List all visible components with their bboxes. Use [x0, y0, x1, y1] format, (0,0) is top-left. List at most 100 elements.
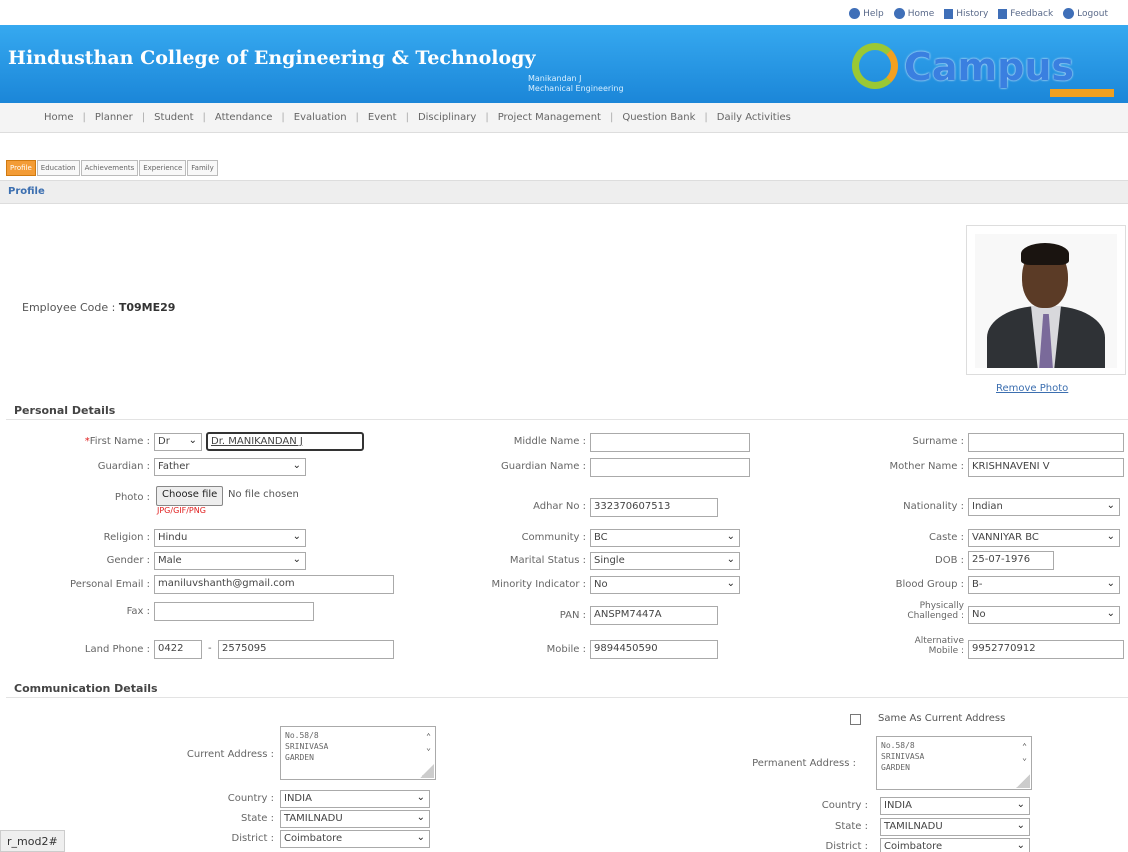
pan-input[interactable]: ANSPM7447A	[590, 606, 718, 625]
marital-status-label: Marital Status :	[509, 555, 586, 566]
surname-label: Surname :	[912, 436, 964, 447]
menu-item-daily-activities[interactable]: Daily Activities	[717, 112, 791, 123]
permanent-state-select[interactable]: TAMILNADU ⌄	[880, 818, 1030, 836]
guardian-name-input[interactable]	[590, 458, 750, 477]
tab-experience[interactable]: Experience	[139, 160, 187, 176]
logout-link[interactable]: Logout	[1063, 8, 1108, 19]
chevron-down-icon: ⌄	[1016, 820, 1025, 831]
divider	[6, 697, 1128, 698]
resize-grip-icon[interactable]	[420, 764, 434, 778]
help-icon	[849, 8, 861, 19]
menu-item-planner[interactable]: Planner	[95, 112, 133, 123]
scroll-arrows-icon[interactable]: ⌃ ⌄	[1022, 741, 1027, 763]
mother-name-input[interactable]: KRISHNAVENI V	[968, 458, 1124, 477]
caste-select[interactable]: VANNIYAR BC ⌄	[968, 529, 1120, 547]
permanent-country-select[interactable]: INDIA ⌄	[880, 797, 1030, 815]
resize-grip-icon[interactable]	[1016, 774, 1030, 788]
status-url-text: r_mod2#	[0, 830, 65, 852]
blood-group-select[interactable]: B- ⌄	[968, 576, 1120, 594]
remove-photo-link[interactable]: Remove Photo	[996, 383, 1068, 394]
first-name-label: *First Name :	[84, 436, 150, 447]
current-country-select[interactable]: INDIA ⌄	[280, 790, 430, 808]
same-as-current-address-checkbox[interactable]	[850, 714, 861, 725]
alternative-mobile-input[interactable]: 9952770912	[968, 640, 1124, 659]
adhar-input[interactable]: 332370607513	[590, 498, 718, 517]
mother-name-label: Mother Name :	[889, 461, 965, 472]
fax-label: Fax :	[126, 606, 150, 617]
menu-item-question-bank[interactable]: Question Bank	[622, 112, 695, 123]
current-state-label: State :	[240, 813, 274, 824]
logo-swirl-icon	[852, 43, 898, 89]
menu-item-event[interactable]: Event	[368, 112, 397, 123]
home-link[interactable]: Home	[893, 8, 935, 19]
caste-label: Caste :	[929, 532, 964, 543]
main-menu: Home | Planner | Student | Attendance | Evaluati…	[0, 103, 1128, 133]
photo-format-hint: JPG/GIF/PNG	[157, 506, 206, 515]
profile-section-header: Profile	[0, 180, 1128, 204]
chevron-down-icon: ⌄	[292, 554, 301, 565]
menu-item-project-management[interactable]: Project Management	[498, 112, 601, 123]
nationality-select[interactable]: Indian ⌄	[968, 498, 1120, 516]
tab-achievements[interactable]: Achievements	[80, 160, 139, 176]
middle-name-input[interactable]	[590, 433, 750, 452]
feedback-link[interactable]: Feedback	[998, 8, 1053, 19]
menu-item-evaluation[interactable]: Evaluation	[294, 112, 347, 123]
tab-profile[interactable]: Profile	[6, 160, 36, 176]
mobile-input[interactable]: 9894450590	[590, 640, 718, 659]
guardian-select[interactable]: Father ⌄	[154, 458, 306, 476]
choose-file-button[interactable]: Choose file	[156, 486, 224, 506]
current-district-select[interactable]: Coimbatore ⌄	[280, 830, 430, 848]
menu-item-student[interactable]: Student	[154, 112, 193, 123]
first-name-input[interactable]: Dr. MANIKANDAN J	[206, 432, 364, 451]
community-select[interactable]: BC ⌄	[590, 529, 740, 547]
land-phone-number-input[interactable]: 2575095	[218, 640, 394, 659]
minority-indicator-select[interactable]: No ⌄	[590, 576, 740, 594]
permanent-district-select[interactable]: Coimbatore ⌄	[880, 838, 1030, 852]
logo-text: Campus	[904, 45, 1074, 89]
ecampus-logo: Campus	[852, 43, 1114, 99]
middle-name-label: Middle Name :	[513, 436, 586, 447]
mobile-label: Mobile :	[546, 644, 586, 655]
current-address-label: Current Address :	[186, 749, 274, 760]
user-department: Mechanical Engineering	[528, 84, 624, 93]
menu-separator: |	[141, 112, 146, 123]
help-link-label: Help	[863, 8, 884, 19]
dob-input[interactable]: 25-07-1976	[968, 551, 1054, 570]
land-phone-code-input[interactable]: 0422	[154, 640, 202, 659]
personal-email-input[interactable]: maniluvshanth@gmail.com	[154, 575, 394, 594]
menu-item-home[interactable]: Home	[44, 112, 74, 123]
chevron-down-icon: ⌄	[726, 554, 735, 565]
permanent-address-textarea[interactable]: No.58/8 SRINIVASA GARDEN ⌃ ⌄	[876, 736, 1032, 790]
history-icon	[944, 8, 954, 19]
menu-separator: |	[281, 112, 285, 123]
no-file-chosen-text: No file chosen	[228, 489, 299, 500]
religion-select[interactable]: Hindu ⌄	[154, 529, 306, 547]
nationality-label: Nationality :	[903, 501, 964, 512]
permanent-address-label: Permanent Address :	[752, 758, 856, 769]
menu-separator: |	[355, 112, 359, 123]
menu-item-disciplinary[interactable]: Disciplinary	[418, 112, 476, 123]
land-phone-label: Land Phone :	[84, 644, 150, 655]
physically-challenged-select[interactable]: No ⌄	[968, 606, 1120, 624]
tab-family[interactable]: Family	[187, 160, 218, 176]
chevron-down-icon: ⌄	[726, 578, 735, 589]
surname-input[interactable]	[968, 433, 1124, 452]
menu-item-attendance[interactable]: Attendance	[215, 112, 272, 123]
photo-portrait	[975, 234, 1117, 368]
help-link[interactable]: Help	[849, 8, 884, 19]
marital-status-select[interactable]: Single ⌄	[590, 552, 740, 570]
fax-input[interactable]	[154, 602, 314, 621]
scroll-arrows-icon[interactable]: ⌃ ⌄	[426, 731, 431, 753]
history-link[interactable]: History	[944, 8, 988, 19]
employee-code: Employee Code : T09ME29	[22, 301, 175, 314]
tab-education[interactable]: Education	[36, 160, 80, 176]
current-address-textarea[interactable]: No.58/8 SRINIVASA GARDEN ⌃ ⌄	[280, 726, 436, 780]
phone-separator: -	[208, 643, 212, 654]
name-title-select[interactable]: Dr ⌄	[154, 433, 202, 451]
college-name: Hindusthan College of Engineering & Tech…	[8, 47, 536, 69]
home-link-label: Home	[907, 8, 935, 19]
gender-select[interactable]: Male ⌄	[154, 552, 306, 570]
chevron-down-icon: ⌄	[416, 812, 425, 823]
header-banner: Hindusthan College of Engineering & Tech…	[0, 25, 1128, 103]
current-state-select[interactable]: TAMILNADU ⌄	[280, 810, 430, 828]
